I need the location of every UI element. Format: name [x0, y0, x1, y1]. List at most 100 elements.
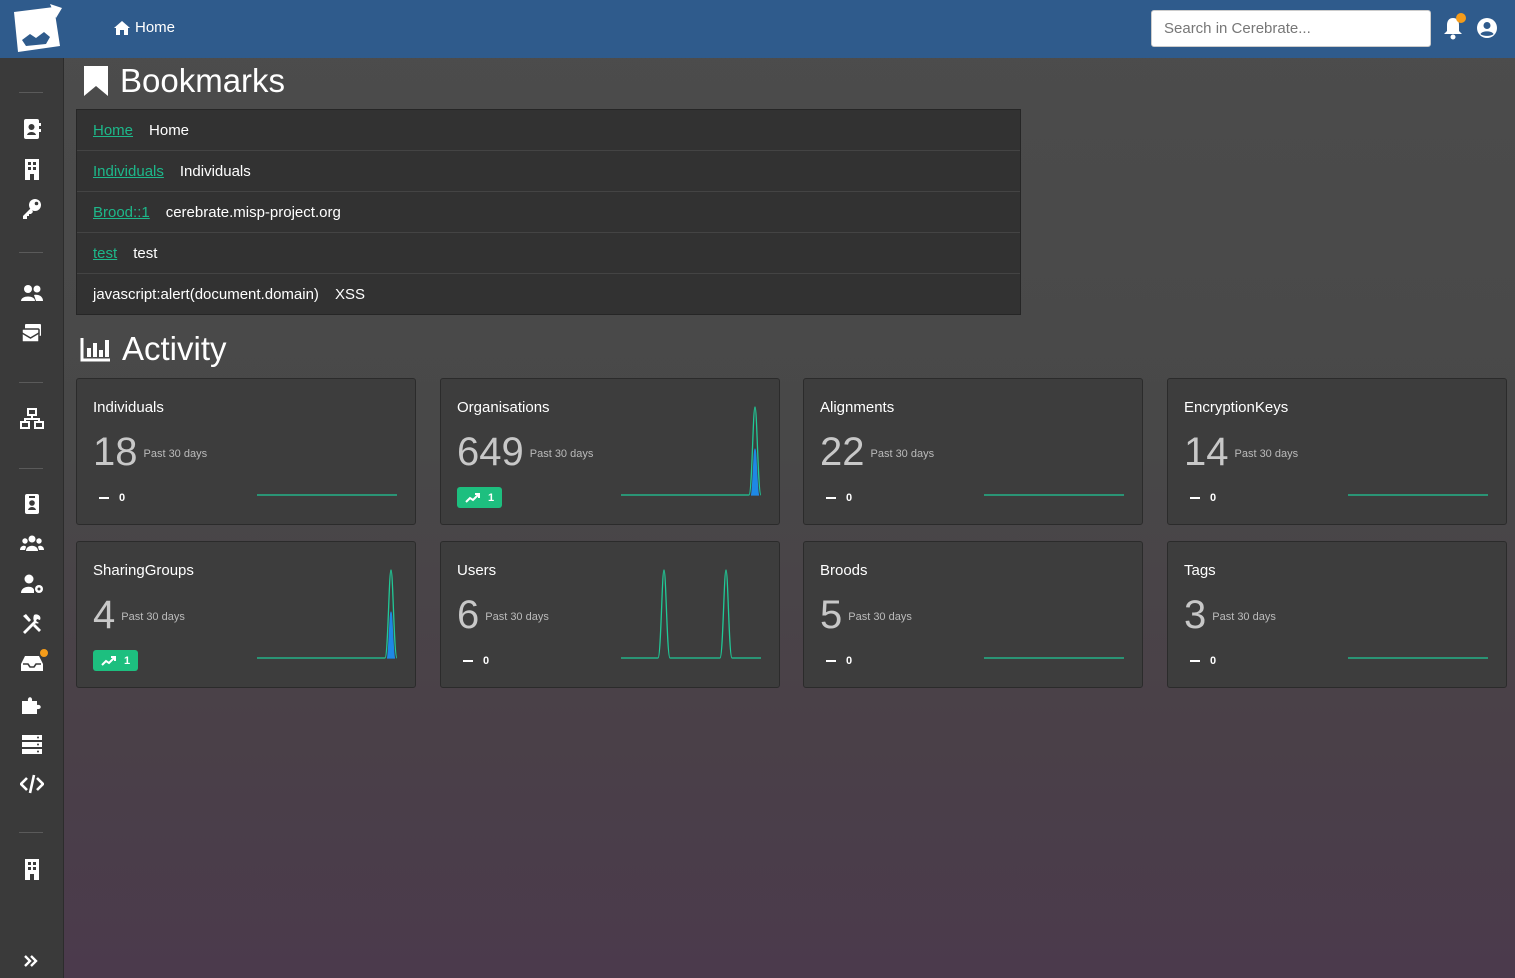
sparkline-chart	[621, 406, 761, 496]
top-navbar: Home	[0, 0, 1515, 58]
notification-badge	[1456, 13, 1466, 23]
sparkline-series	[621, 569, 761, 659]
trend-flat: 0	[99, 492, 125, 504]
trend-flat-icon	[826, 497, 836, 499]
activity-card-tags[interactable]: Tags 3 Past 30 days 0	[1167, 541, 1507, 688]
card-count: 4 Past 30 days	[93, 592, 185, 640]
activity-card-users[interactable]: Users 6 Past 30 days 0	[440, 541, 780, 688]
card-title: Broods	[820, 562, 868, 579]
activity-card-sharinggroups[interactable]: SharingGroups 4 Past 30 days 1	[76, 541, 416, 688]
card-count: 14 Past 30 days	[1184, 429, 1298, 477]
card-range-label: Past 30 days	[870, 448, 935, 461]
trend-flat-icon	[1190, 497, 1200, 499]
trend-flat: 0	[463, 655, 489, 667]
sidebar-separator	[19, 382, 43, 383]
trend-flat: 0	[1190, 655, 1216, 667]
cerebrate-logo[interactable]	[10, 4, 62, 54]
card-count: 649 Past 30 days	[457, 429, 593, 477]
card-count: 6 Past 30 days	[457, 592, 549, 640]
bookmark-link[interactable]: Brood::1	[93, 204, 150, 221]
user-account-icon[interactable]	[1476, 17, 1498, 39]
card-range-label: Past 30 days	[529, 448, 594, 461]
sidebar-separator	[19, 468, 43, 469]
trend-value: 0	[119, 492, 126, 504]
bookmark-url-text: javascript:alert(document.domain)	[93, 286, 319, 303]
activity-card-organisations[interactable]: Organisations 649 Past 30 days 1	[440, 378, 780, 525]
group-icon[interactable]	[20, 533, 44, 555]
activity-card-encryptionkeys[interactable]: EncryptionKeys 14 Past 30 days 0	[1167, 378, 1507, 525]
trend-flat: 0	[826, 655, 852, 667]
card-range-label: Past 30 days	[121, 611, 185, 624]
home-icon	[114, 20, 130, 35]
activity-card-alignments[interactable]: Alignments 22 Past 30 days 0	[803, 378, 1143, 525]
bookmark-link[interactable]: Individuals	[93, 163, 164, 180]
trend-flat-icon	[1190, 660, 1200, 662]
sparkline-chart	[257, 569, 397, 659]
home-nav-link[interactable]: Home	[113, 19, 175, 36]
trend-flat-icon	[99, 497, 109, 499]
inbox-icon[interactable]	[20, 322, 44, 344]
trend-up-icon	[465, 492, 480, 503]
sparkline-chart	[621, 569, 761, 659]
home-nav-label: Home	[135, 19, 176, 36]
activity-card-broods[interactable]: Broods 5 Past 30 days 0	[803, 541, 1143, 688]
trend-up-badge: 1	[93, 650, 139, 671]
sparkline-chart	[1348, 494, 1488, 496]
sparkline-chart	[257, 494, 397, 496]
id-card-icon[interactable]	[20, 493, 44, 515]
card-count-value: 3	[1184, 593, 1207, 637]
network-icon[interactable]	[20, 408, 44, 430]
trend-flat: 0	[1190, 492, 1216, 504]
bookmark-link[interactable]: test	[93, 245, 117, 262]
card-title: EncryptionKeys	[1184, 399, 1289, 416]
bookmark-link[interactable]: Home	[93, 122, 133, 139]
bookmark-icon	[84, 66, 108, 96]
bookmarks-title: Bookmarks	[120, 62, 286, 99]
contacts-icon[interactable]	[20, 118, 44, 140]
sidebar-separator	[19, 252, 43, 253]
card-count: 3 Past 30 days	[1184, 592, 1276, 640]
bookmark-name: test	[133, 244, 158, 262]
bookmark-row: Home Home	[77, 110, 1020, 151]
card-count-value: 14	[1184, 430, 1229, 474]
activity-card-individuals[interactable]: Individuals 18 Past 30 days 0	[76, 378, 416, 525]
trend-up-badge: 1	[457, 487, 503, 508]
sparkline-chart	[1348, 657, 1488, 659]
sidebar	[0, 58, 64, 978]
card-range-label: Past 30 days	[143, 448, 208, 461]
puzzle-icon[interactable]	[20, 693, 44, 715]
code-icon[interactable]	[20, 773, 44, 795]
card-count-value: 5	[820, 593, 843, 637]
bookmarks-heading: Bookmarks	[82, 62, 285, 100]
card-title: Alignments	[820, 399, 895, 416]
expand-sidebar-icon[interactable]	[22, 952, 40, 970]
trend-value: 0	[483, 655, 490, 667]
bookmark-name: cerebrate.misp-project.org	[165, 203, 341, 221]
global-search-input[interactable]	[1151, 10, 1431, 47]
activity-heading: Activity	[80, 330, 227, 368]
trend-value: 1	[124, 654, 131, 667]
card-count: 18 Past 30 days	[93, 429, 207, 477]
trend-flat-icon	[826, 660, 836, 662]
building-icon[interactable]	[20, 158, 44, 180]
trend-flat-icon	[463, 660, 473, 662]
bookmark-name: XSS	[334, 286, 365, 303]
sparkline-chart	[984, 494, 1124, 496]
card-title: Individuals	[93, 399, 164, 416]
trend-value: 0	[1210, 655, 1217, 667]
sparkline-chart	[984, 657, 1124, 659]
trend-value: 0	[1210, 492, 1217, 504]
card-count-value: 22	[820, 430, 865, 474]
tools-icon[interactable]	[20, 613, 44, 635]
card-title: SharingGroups	[93, 562, 194, 579]
user-cog-icon[interactable]	[20, 573, 44, 595]
key-icon[interactable]	[20, 198, 44, 220]
server-icon[interactable]	[20, 733, 44, 755]
trend-value: 1	[488, 491, 495, 504]
building-icon[interactable]	[20, 858, 44, 880]
users-icon[interactable]	[20, 282, 44, 304]
bookmark-row: javascript:alert(document.domain) XSS	[77, 274, 1020, 315]
bookmark-name: Home	[149, 121, 190, 139]
card-count-value: 4	[93, 593, 116, 637]
sidebar-separator	[19, 832, 43, 833]
